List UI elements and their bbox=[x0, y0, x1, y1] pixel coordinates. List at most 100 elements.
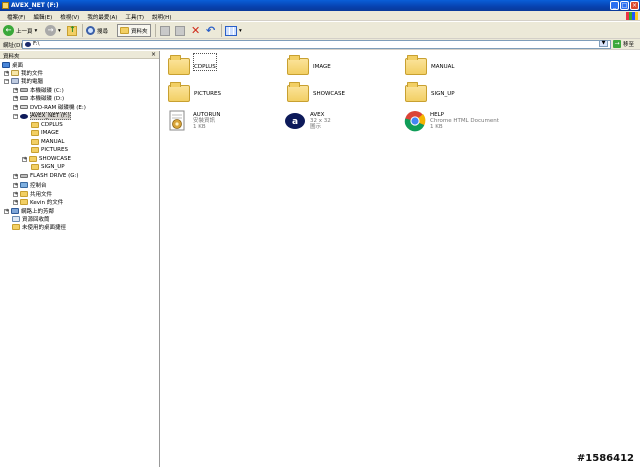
tree-item-unused-shortcuts[interactable]: 未使用的桌面捷徑 bbox=[12, 223, 66, 231]
tree-item-drive-e[interactable]: + DVD-RAM 磁碟機 (E:) bbox=[13, 103, 86, 111]
menu-tools[interactable]: 工具(T) bbox=[121, 11, 148, 21]
tree-item-my-documents[interactable]: + 我的文件 bbox=[4, 69, 43, 77]
up-button[interactable] bbox=[67, 24, 77, 37]
undo-icon: ↶ bbox=[206, 23, 216, 37]
expand-icon[interactable]: + bbox=[13, 173, 18, 179]
tree-label: 未使用的桌面捷徑 bbox=[22, 225, 67, 231]
minimize-button[interactable]: _ bbox=[610, 1, 619, 10]
copy-to-button[interactable] bbox=[175, 24, 185, 37]
drive-icon bbox=[25, 42, 31, 47]
tree-item-network-places[interactable]: + 網路上的芳鄰 bbox=[4, 207, 54, 215]
folder-icon bbox=[405, 55, 427, 75]
menu-favorites[interactable]: 我的最愛(A) bbox=[83, 11, 121, 21]
tree-label: IMAGE bbox=[41, 130, 59, 136]
back-button[interactable]: ← 上一頁 ▾ bbox=[3, 24, 37, 37]
go-arrow-icon: → bbox=[613, 40, 621, 48]
menu-help[interactable]: 說明(H) bbox=[148, 11, 175, 21]
maximize-button[interactable]: □ bbox=[620, 1, 629, 10]
folder-item-image[interactable]: IMAGE bbox=[287, 54, 331, 75]
file-item-avex[interactable]: a AVEX 32 x 32 圖示 bbox=[284, 109, 331, 133]
file-item-help[interactable]: HELP Chrome HTML Document 1 KB bbox=[404, 109, 499, 133]
tree-item-control-panel[interactable]: + 控制台 bbox=[13, 181, 47, 189]
expand-icon[interactable]: + bbox=[4, 208, 9, 214]
expand-icon[interactable]: + bbox=[4, 70, 9, 76]
folder-icon bbox=[29, 156, 37, 162]
move-to-icon bbox=[160, 25, 170, 36]
tree-item-drive-c[interactable]: + 本機磁碟 (C:) bbox=[13, 86, 64, 94]
tree-label: 我的電腦 bbox=[21, 79, 44, 85]
menu-view[interactable]: 檢視(V) bbox=[56, 11, 83, 21]
tree-item-manual[interactable]: MANUAL bbox=[31, 138, 64, 146]
folder-window-icon bbox=[2, 2, 9, 9]
tree-item-desktop[interactable]: 桌面 bbox=[2, 61, 23, 69]
folder-item-sign-up[interactable]: SIGN_UP bbox=[405, 81, 455, 102]
folder-icon bbox=[405, 82, 427, 102]
tree-item-user-documents[interactable]: + Kevin 的文件 bbox=[13, 198, 63, 206]
views-dropdown-icon[interactable]: ▾ bbox=[239, 28, 242, 34]
address-dropdown-button[interactable]: ▼ bbox=[599, 40, 608, 47]
tree-item-drive-g[interactable]: + FLASH DRIVE (G:) bbox=[13, 172, 79, 180]
tree-item-drive-f[interactable]: − AVEX_NET (F:) bbox=[13, 112, 71, 120]
menu-file[interactable]: 檔案(F) bbox=[3, 11, 29, 21]
expand-icon[interactable]: + bbox=[13, 191, 18, 197]
tree-label: CDPLUS bbox=[41, 122, 63, 128]
folder-item-pictures[interactable]: PICTURES bbox=[168, 81, 221, 102]
tree-item-recycle-bin[interactable]: 資源回收筒 bbox=[12, 215, 50, 223]
folder-item-cdplus[interactable]: CDPLUS bbox=[168, 53, 217, 75]
tree-item-showcase[interactable]: + SHOWCASE bbox=[22, 155, 71, 163]
back-dropdown-icon[interactable]: ▾ bbox=[35, 28, 38, 34]
search-label: 搜尋 bbox=[97, 28, 109, 35]
search-button[interactable]: 搜尋 bbox=[86, 24, 108, 37]
delete-button[interactable]: ✕ bbox=[191, 24, 200, 37]
expand-icon[interactable]: + bbox=[13, 95, 18, 101]
chrome-icon bbox=[404, 111, 426, 132]
menu-edit[interactable]: 編輯(E) bbox=[29, 11, 56, 21]
folder-icon bbox=[31, 130, 39, 136]
undo-button[interactable]: ↶ bbox=[206, 24, 215, 37]
toolbar-divider bbox=[155, 24, 156, 37]
folders-icon bbox=[120, 27, 129, 34]
folder-item-showcase[interactable]: SHOWCASE bbox=[287, 81, 345, 102]
tree-item-drive-d[interactable]: + 本機磁碟 (D:) bbox=[13, 94, 64, 102]
flash-drive-icon bbox=[20, 174, 28, 178]
expand-icon[interactable]: + bbox=[13, 182, 18, 188]
tree-item-my-computer[interactable]: − 我的電腦 bbox=[4, 77, 43, 85]
pane-close-icon[interactable]: × bbox=[151, 51, 156, 58]
forward-dropdown-icon[interactable]: ▾ bbox=[58, 28, 61, 34]
avex-drive-icon bbox=[20, 113, 28, 119]
views-icon bbox=[225, 25, 237, 36]
close-button[interactable]: × bbox=[630, 1, 639, 10]
expand-icon[interactable]: + bbox=[13, 199, 18, 205]
address-input[interactable]: F:\ bbox=[22, 40, 611, 49]
file-item-autorun[interactable]: AUTORUN 安裝資訊 1 KB bbox=[167, 109, 220, 133]
windows-logo-icon bbox=[626, 12, 638, 20]
folders-button[interactable]: 資料夾 bbox=[117, 24, 151, 37]
move-to-button[interactable] bbox=[160, 24, 170, 37]
tree-item-pictures[interactable]: PICTURES bbox=[31, 146, 68, 154]
tree-item-cdplus[interactable]: CDPLUS bbox=[31, 121, 63, 129]
tree-label: SHOWCASE bbox=[39, 156, 71, 162]
tree-item-image[interactable]: IMAGE bbox=[31, 129, 59, 137]
views-button[interactable]: ▾ bbox=[225, 24, 242, 37]
item-name: MANUAL bbox=[431, 64, 455, 70]
search-icon bbox=[86, 26, 95, 35]
folder-item-manual[interactable]: MANUAL bbox=[405, 54, 454, 75]
expand-icon[interactable]: + bbox=[13, 104, 18, 110]
folder-icon bbox=[31, 122, 39, 128]
tree-label: 我的文件 bbox=[21, 71, 44, 77]
menu-bar: 檔案(F) 編輯(E) 檢視(V) 我的最愛(A) 工具(T) 說明(H) bbox=[0, 11, 640, 21]
collapse-icon[interactable]: − bbox=[13, 113, 18, 119]
forward-button[interactable]: → ▾ bbox=[45, 24, 61, 37]
hard-drive-icon bbox=[20, 96, 28, 100]
tree-item-shared-documents[interactable]: + 共用文件 bbox=[13, 190, 52, 198]
collapse-icon[interactable]: − bbox=[4, 78, 9, 84]
expand-icon[interactable]: + bbox=[13, 87, 18, 93]
tree-item-sign-up[interactable]: SIGN_UP bbox=[31, 163, 65, 171]
item-size: 1 KB bbox=[193, 124, 206, 130]
expand-icon[interactable]: + bbox=[22, 156, 27, 162]
computer-icon bbox=[11, 78, 19, 84]
go-button[interactable]: → 移至 bbox=[613, 40, 634, 48]
folder-pane-header: 資料夾 × bbox=[0, 51, 159, 60]
item-name: SHOWCASE bbox=[313, 91, 345, 97]
tree-label: 本機磁碟 (C:) bbox=[30, 88, 64, 94]
